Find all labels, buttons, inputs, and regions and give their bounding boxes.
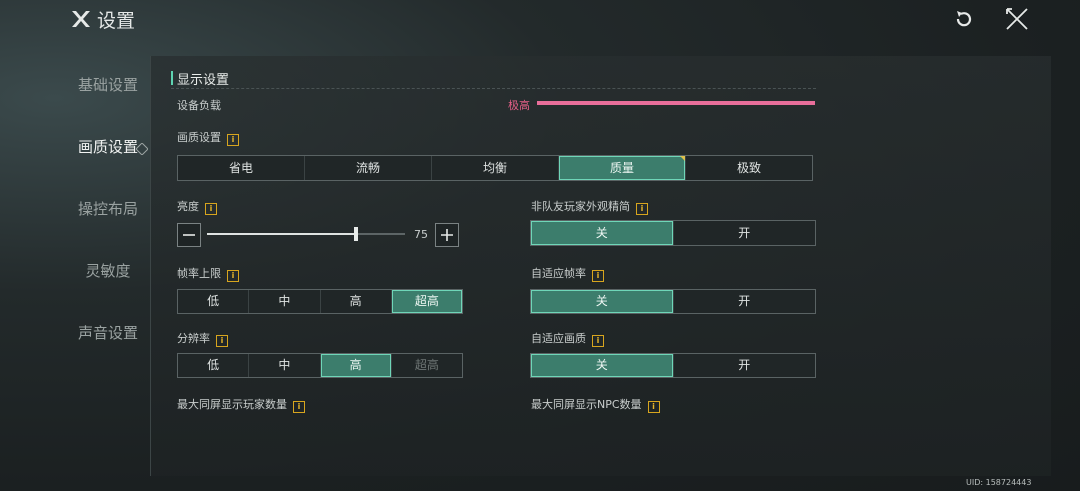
quality-label: 画质设置 i <box>177 129 239 146</box>
adaptive-quality-toggle: 关开 <box>530 353 816 378</box>
frame-limit-option-label: 高 <box>349 294 362 308</box>
sidebar-item-controls[interactable]: 操控布局 <box>60 198 156 219</box>
info-icon[interactable]: i <box>227 270 239 282</box>
brightness-decrease-button[interactable] <box>177 223 201 247</box>
info-icon[interactable]: i <box>293 401 305 413</box>
resolution-label-text: 分辨率 <box>177 332 210 345</box>
close-button[interactable] <box>1004 6 1030 32</box>
section-title: 显示设置 <box>177 73 230 88</box>
adaptive-fps-label: 自适应帧率 i <box>531 265 604 282</box>
info-icon[interactable]: i <box>636 203 648 215</box>
resolution-option-label: 低 <box>207 358 220 372</box>
teammate-simplify-label: 非队友玩家外观精简 i <box>531 198 648 215</box>
adaptive-fps-option-label: 开 <box>738 294 751 308</box>
quality-option-label: 均衡 <box>482 161 507 175</box>
adaptive-quality-option[interactable]: 关 <box>531 354 674 377</box>
brightness-increase-button[interactable] <box>435 223 459 247</box>
frame-limit-label: 帧率上限 i <box>177 265 239 282</box>
quality-option-label: 流畅 <box>355 161 380 175</box>
teammate-simplify-option-label: 关 <box>595 226 608 240</box>
max-npc-label: 最大同屏显示NPC数量 i <box>531 396 660 413</box>
resolution-option-label: 超高 <box>414 358 439 372</box>
info-icon[interactable]: i <box>216 335 228 347</box>
device-load-label: 设备负载 <box>177 99 221 112</box>
reset-icon <box>956 11 972 27</box>
sidebar-item-sound[interactable]: 声音设置 <box>60 322 156 343</box>
page-title: 设置 <box>97 10 136 32</box>
device-load-fill <box>537 101 815 105</box>
device-load-value: 极高 <box>508 99 530 112</box>
info-icon[interactable]: i <box>592 270 604 282</box>
quality-option-label: 质量 <box>609 161 634 175</box>
adaptive-quality-option-label: 关 <box>595 358 608 372</box>
info-icon[interactable]: i <box>647 401 660 413</box>
quality-selector: 省电 流畅 均衡 质量 极致 <box>177 155 813 181</box>
resolution-option[interactable]: 低 <box>178 354 250 377</box>
frame-limit-option[interactable]: 中 <box>249 290 321 313</box>
adaptive-fps-toggle: 关开 <box>530 289 816 314</box>
adaptive-quality-option[interactable]: 开 <box>674 354 816 377</box>
teammate-simplify-option[interactable]: 关 <box>531 221 674 245</box>
sidebar-item-sensitivity[interactable]: 灵敏度 <box>60 260 156 281</box>
adaptive-quality-option-label: 开 <box>738 358 751 372</box>
frame-limit-option[interactable]: 低 <box>178 290 250 313</box>
adaptive-quality-label-text: 自适应画质 <box>531 332 586 345</box>
frame-limit-option-label: 中 <box>278 294 291 308</box>
quality-option[interactable]: 极致 <box>686 156 812 180</box>
quality-option[interactable]: 省电 <box>178 156 305 180</box>
device-load-bar <box>537 101 815 105</box>
max-npc-label-text: 最大同屏显示NPC数量 <box>531 398 642 411</box>
game-logo-icon <box>72 11 90 27</box>
minus-icon <box>183 234 195 236</box>
quality-option-label: 省电 <box>228 161 253 175</box>
quality-option-label: 极致 <box>736 161 761 175</box>
adaptive-fps-option[interactable]: 关 <box>531 290 674 313</box>
quality-option[interactable]: 质量 <box>559 156 686 180</box>
max-players-label: 最大同屏显示玩家数量 i <box>177 396 305 413</box>
resolution-selector: 低 中 高 超高 <box>177 353 463 378</box>
frame-limit-label-text: 帧率上限 <box>177 267 221 280</box>
section-divider <box>171 88 816 89</box>
frame-limit-option-label: 超高 <box>414 294 439 308</box>
sidebar-item-basic[interactable]: 基础设置 <box>60 74 156 95</box>
teammate-simplify-option[interactable]: 开 <box>674 221 816 245</box>
brightness-slider-thumb[interactable] <box>353 227 358 241</box>
reset-button[interactable] <box>951 6 977 32</box>
frame-limit-selector: 低 中 高 超高 <box>177 289 463 314</box>
quality-label-text: 画质设置 <box>177 131 221 144</box>
teammate-simplify-label-text: 非队友玩家外观精简 <box>531 200 630 213</box>
brightness-slider-fill <box>207 233 356 235</box>
info-icon[interactable]: i <box>592 335 604 347</box>
resolution-option-label: 高 <box>349 358 362 372</box>
brightness-label: 亮度 i <box>177 198 217 215</box>
resolution-label: 分辨率 i <box>177 330 228 347</box>
frame-limit-option[interactable]: 超高 <box>391 290 462 313</box>
brightness-slider-track[interactable] <box>207 233 405 235</box>
resolution-option-label: 中 <box>278 358 291 372</box>
adaptive-fps-option-label: 关 <box>595 294 608 308</box>
frame-limit-option[interactable]: 高 <box>321 290 392 313</box>
brightness-label-text: 亮度 <box>177 200 199 213</box>
info-icon[interactable]: i <box>227 134 239 146</box>
info-icon[interactable]: i <box>205 203 217 215</box>
close-icon <box>1006 8 1028 30</box>
resolution-option[interactable]: 高 <box>320 354 392 377</box>
selected-corner-marker <box>680 156 685 161</box>
max-players-label-text: 最大同屏显示玩家数量 <box>177 398 287 411</box>
teammate-simplify-option-label: 开 <box>738 226 751 240</box>
quality-option[interactable]: 均衡 <box>432 156 559 180</box>
adaptive-fps-option[interactable]: 开 <box>674 290 816 313</box>
resolution-option[interactable]: 超高 <box>392 354 462 377</box>
adaptive-quality-label: 自适应画质 i <box>531 330 604 347</box>
active-tab-marker-icon <box>136 143 148 155</box>
quality-option[interactable]: 流畅 <box>305 156 432 180</box>
plus-icon <box>441 229 453 241</box>
section-accent-bar <box>171 71 173 85</box>
frame-limit-option-label: 低 <box>207 294 220 308</box>
adaptive-fps-label-text: 自适应帧率 <box>531 267 586 280</box>
brightness-value: 75 <box>414 228 428 241</box>
teammate-simplify-toggle: 关开 <box>530 220 816 246</box>
resolution-option[interactable]: 中 <box>249 354 321 377</box>
uid-text: UID: 158724443 <box>966 478 1032 487</box>
